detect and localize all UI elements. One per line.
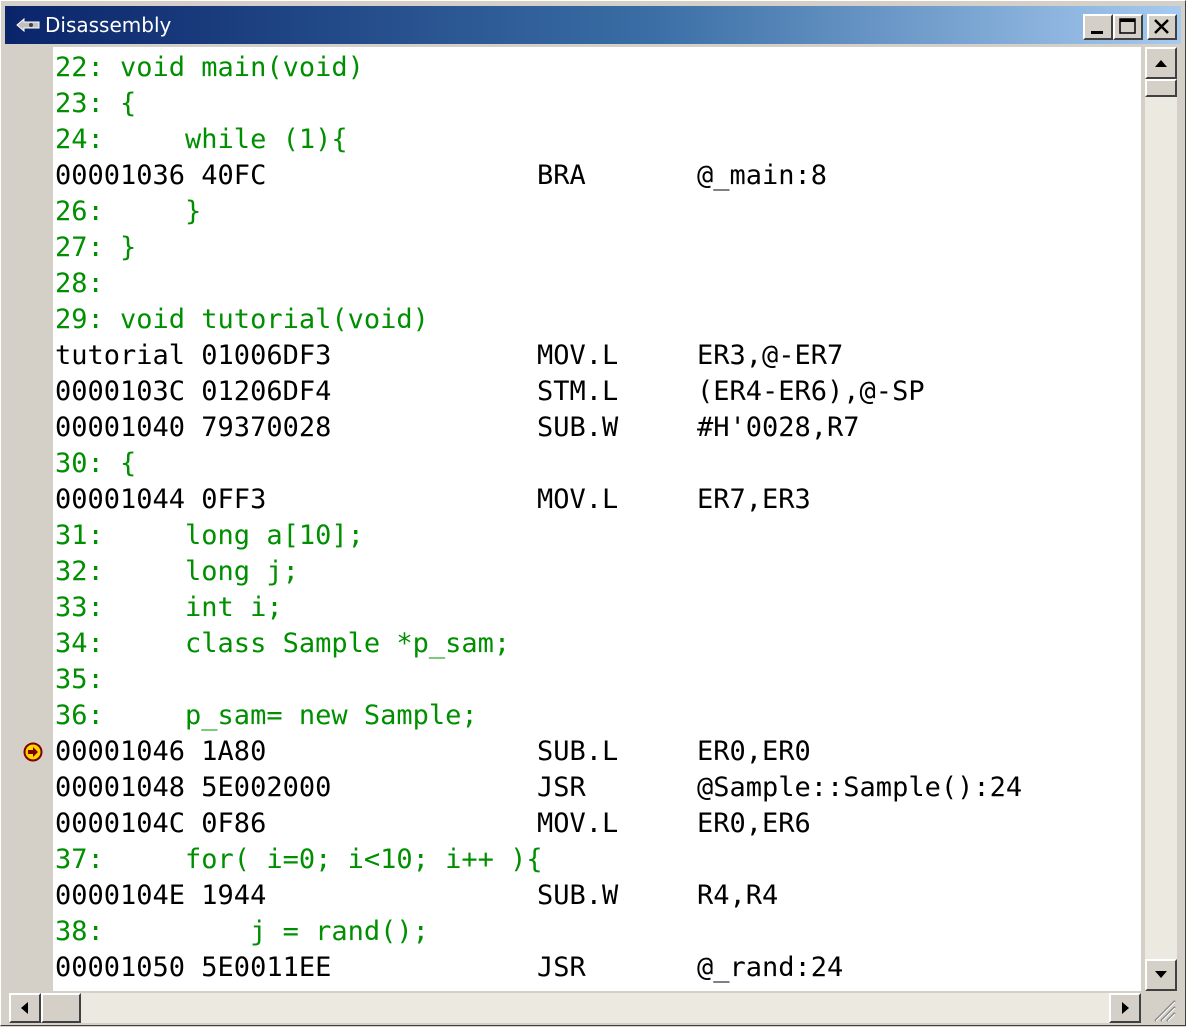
asm-operands: (ER4-ER6),@-SP — [697, 376, 925, 407]
vertical-scrollbar[interactable] — [1145, 47, 1177, 991]
asm-address: 0000104E 1944 — [55, 880, 267, 911]
window-title: Disassembly — [45, 13, 172, 37]
source-line[interactable]: 23: { — [9, 86, 1141, 122]
source-line[interactable]: 34: class Sample *p_sam; — [9, 626, 1141, 662]
asm-line[interactable]: 00001036 40FC BRA @_main:8 — [9, 158, 1141, 194]
asm-address: 0000104C 0F86 — [55, 808, 267, 839]
asm-line[interactable]: 00001040 79370028 SUB.W #H'0028,R7 — [9, 410, 1141, 446]
source-line[interactable]: 30: { — [9, 446, 1141, 482]
source-text: 31: long a[10]; — [55, 520, 364, 551]
asm-line[interactable]: 00001044 0FF3 MOV.L ER7,ER3 — [9, 482, 1141, 518]
arrow-up-icon — [1155, 60, 1167, 67]
scroll-down-button[interactable] — [1145, 959, 1177, 991]
scroll-right-button[interactable] — [1109, 993, 1141, 1023]
source-text: 32: long j; — [55, 556, 299, 587]
source-text: 23: { — [55, 88, 137, 119]
source-line[interactable]: 28: — [9, 266, 1141, 302]
asm-address: 00001040 79370028 — [55, 412, 332, 443]
resize-grip-icon — [1154, 1000, 1176, 1022]
disassembly-view[interactable]: 22: void main(void) 23: {24: while (1){00… — [9, 47, 1141, 991]
asm-address: 00001044 0FF3 — [55, 484, 267, 515]
title-bar[interactable]: Disassembly — [5, 6, 1181, 44]
source-line[interactable]: 33: int i; — [9, 590, 1141, 626]
resize-grip[interactable] — [1145, 993, 1177, 1023]
code-lines: 22: void main(void) 23: {24: while (1){00… — [9, 50, 1141, 986]
source-text: 22: void main(void) — [55, 52, 364, 83]
asm-opcode: BRA — [537, 160, 586, 191]
source-text: 34: class Sample *p_sam; — [55, 628, 511, 659]
source-text: 38: j = rand(); — [55, 916, 429, 947]
asm-line[interactable]: 0000104E 1944 SUB.W R4,R4 — [9, 878, 1141, 914]
source-text: 27: } — [55, 232, 137, 263]
maximize-icon — [1119, 18, 1136, 34]
asm-opcode: MOV.L — [537, 340, 619, 371]
source-text: 30: { — [55, 448, 137, 479]
minimize-button[interactable] — [1083, 14, 1113, 40]
source-line[interactable]: 24: while (1){ — [9, 122, 1141, 158]
asm-operands: @Sample::Sample():24 — [697, 772, 1023, 803]
asm-opcode: MOV.L — [537, 484, 619, 515]
source-line[interactable]: 37: for( i=0; i<10; i++ ){ — [9, 842, 1141, 878]
asm-opcode: SUB.W — [537, 412, 619, 443]
asm-address: 00001048 5E002000 — [55, 772, 332, 803]
asm-address: 00001036 40FC — [55, 160, 267, 191]
horizontal-scrollbar[interactable] — [9, 993, 1141, 1023]
source-line[interactable]: 36: p_sam= new Sample; — [9, 698, 1141, 734]
arrow-down-icon — [1155, 971, 1167, 978]
asm-line[interactable]: tutorial 01006DF3 MOV.L ER3,@-ER7 — [9, 338, 1141, 374]
maximize-button[interactable] — [1113, 14, 1143, 40]
close-icon — [1154, 19, 1169, 34]
source-line[interactable]: 32: long j; — [9, 554, 1141, 590]
arrow-left-icon — [21, 1002, 28, 1014]
asm-opcode: SUB.L — [537, 736, 619, 767]
source-line[interactable]: 31: long a[10]; — [9, 518, 1141, 554]
disassembly-window: Disassembly 22: void main(void) 23: { 24: … — [0, 0, 1186, 1026]
asm-operands: ER0,ER0 — [697, 736, 811, 767]
asm-operands: R4,R4 — [697, 880, 779, 911]
source-text: 36: p_sam= new Sample; — [55, 700, 478, 731]
source-text: 29: void tutorial(void) — [55, 304, 429, 335]
asm-address: 00001046 1A80 — [55, 736, 267, 767]
asm-operands: #H'0028,R7 — [697, 412, 860, 443]
asm-line[interactable]: 0000103C 01206DF4 STM.L (ER4-ER6),@-SP — [9, 374, 1141, 410]
asm-operands: ER0,ER6 — [697, 808, 811, 839]
asm-line[interactable]: 00001048 5E002000 JSR @Sample::Sample():24 — [9, 770, 1141, 806]
asm-opcode: MOV.L — [537, 808, 619, 839]
asm-opcode: SUB.W — [537, 880, 619, 911]
source-text: 33: int i; — [55, 592, 283, 623]
source-line[interactable]: 27: } — [9, 230, 1141, 266]
asm-opcode: JSR — [537, 952, 586, 983]
scroll-thumb-vertical[interactable] — [1145, 79, 1177, 97]
source-line[interactable]: 26: } — [9, 194, 1141, 230]
asm-address: 00001050 5E0011EE — [55, 952, 332, 983]
source-text: 28: — [55, 268, 104, 299]
source-text: 26: } — [55, 196, 202, 227]
source-text: 24: while (1){ — [55, 124, 348, 155]
scroll-thumb-horizontal[interactable] — [41, 993, 81, 1023]
asm-opcode: STM.L — [537, 376, 619, 407]
source-text: 37: for( i=0; i<10; i++ ){ — [55, 844, 543, 875]
asm-address: tutorial 01006DF3 — [55, 340, 332, 371]
scroll-up-button[interactable] — [1145, 47, 1177, 79]
source-line[interactable]: 22: void main(void) — [9, 50, 1141, 86]
source-line[interactable]: 35: — [9, 662, 1141, 698]
close-button[interactable] — [1147, 14, 1177, 40]
scroll-left-button[interactable] — [9, 993, 41, 1023]
source-line[interactable]: 29: void tutorial(void) — [9, 302, 1141, 338]
asm-line[interactable]: 00001050 5E0011EE JSR @_rand:24 — [9, 950, 1141, 986]
arrow-right-icon — [1122, 1002, 1129, 1014]
asm-opcode: JSR — [537, 772, 586, 803]
asm-operands: @_rand:24 — [697, 952, 844, 983]
asm-address: 0000103C 01206DF4 — [55, 376, 332, 407]
asm-operands: @_main:8 — [697, 160, 828, 191]
disassembly-icon — [16, 17, 40, 33]
asm-operands: ER7,ER3 — [697, 484, 811, 515]
asm-operands: ER3,@-ER7 — [697, 340, 844, 371]
minimize-icon — [1091, 31, 1103, 34]
asm-line[interactable]: 0000104C 0F86 MOV.L ER0,ER6 — [9, 806, 1141, 842]
current-pc-arrow-icon — [23, 742, 43, 762]
source-text: 35: — [55, 664, 104, 695]
source-line[interactable]: 38: j = rand(); — [9, 914, 1141, 950]
asm-line[interactable]: 00001046 1A80 SUB.L ER0,ER0 — [9, 734, 1141, 770]
